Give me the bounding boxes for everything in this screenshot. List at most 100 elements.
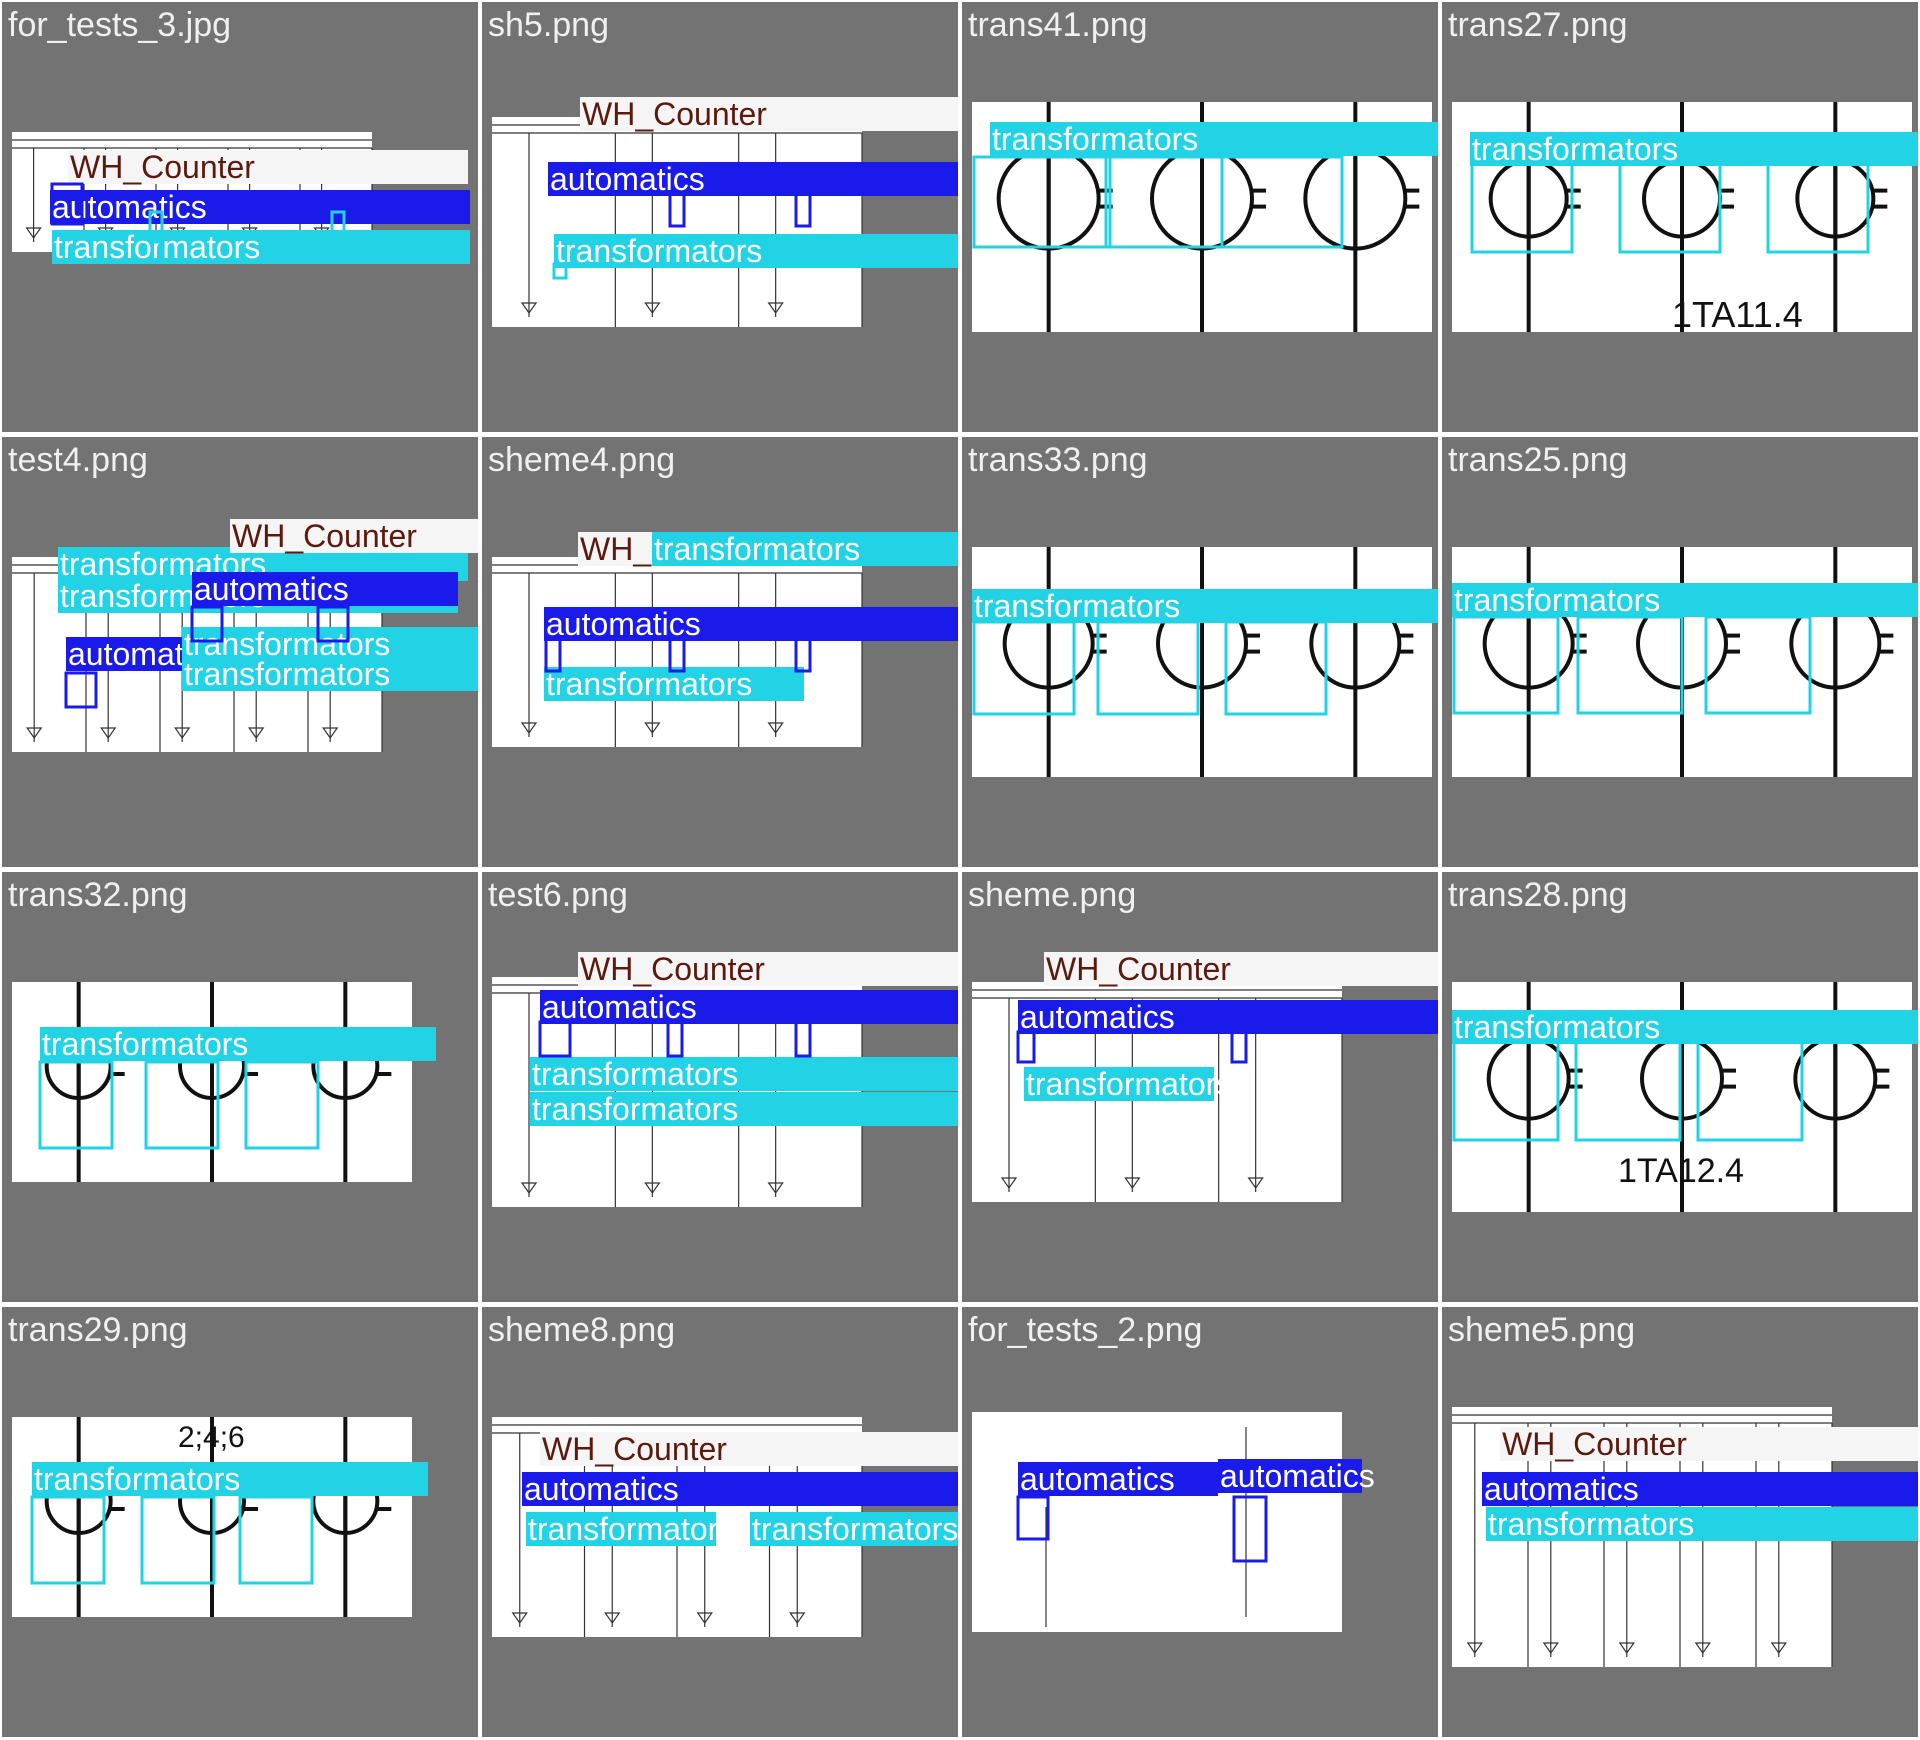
transformators-tag: transformators bbox=[530, 1091, 958, 1127]
tile-canvas: WH_Counterautomatics transformatorstransf… bbox=[492, 951, 958, 1207]
detection-label: transformators bbox=[974, 588, 1180, 624]
transformators-tag: transformators bbox=[652, 531, 958, 567]
detection-label: WH_Counter bbox=[580, 951, 765, 987]
result-tile[interactable]: WH_Countertransformatorsautomaticstransf… bbox=[482, 437, 958, 867]
detection-label: transformators bbox=[1454, 582, 1660, 618]
detection-label: transformators bbox=[54, 229, 260, 265]
tile-filename: for_tests_2.png bbox=[968, 1311, 1203, 1349]
detection-label: transformators bbox=[34, 1461, 240, 1497]
detection-label: automatics bbox=[1020, 999, 1175, 1035]
transformators-tag: transformators bbox=[1486, 1506, 1918, 1542]
tile-canvas: transformators bbox=[1452, 547, 1918, 777]
transformators-tag: transformators bbox=[40, 1026, 436, 1062]
tile-canvas: transformators bbox=[12, 982, 436, 1182]
detection-label: transformators bbox=[654, 531, 860, 567]
tile-canvas: WH_Countertransformatorsautomaticstransf… bbox=[492, 531, 958, 747]
scheme-image bbox=[492, 117, 862, 327]
automatics-tag: automatics bbox=[1018, 999, 1438, 1035]
wh-counter-tag: WH_Counter bbox=[230, 518, 478, 554]
result-tile[interactable]: transformators trans25.png bbox=[1442, 437, 1918, 867]
automatics-tag: automatics bbox=[1482, 1471, 1918, 1507]
tile-filename: trans27.png bbox=[1448, 6, 1628, 44]
detection-label: transformators bbox=[42, 1026, 248, 1062]
result-tile[interactable]: WH_Counter automatics transformators sheme.… bbox=[962, 872, 1438, 1302]
tile-canvas: WH_Counter automatics transformators bbox=[492, 96, 958, 327]
detection-label: WH_Counter bbox=[582, 96, 767, 132]
tile-filename: trans28.png bbox=[1448, 876, 1628, 914]
detection-label: transformators bbox=[1454, 1009, 1660, 1045]
tile-canvas: WH_Counter automaticstransformators bbox=[1452, 1407, 1918, 1667]
detection-label: automatics bbox=[542, 989, 697, 1025]
tile-canvas: WH_Counter automatics transformators transf… bbox=[492, 1417, 958, 1637]
tile-canvas: transformators bbox=[972, 102, 1438, 332]
result-tile[interactable]: transformators trans32.png bbox=[2, 872, 478, 1302]
detection-label: automatics bbox=[1484, 1471, 1639, 1507]
tile-filename: trans33.png bbox=[968, 441, 1148, 479]
automatics-tag: automatics bbox=[192, 571, 458, 607]
detection-label: WH_Counter bbox=[232, 518, 417, 554]
detection-label: transformators bbox=[752, 1511, 958, 1547]
detection-label: automatics bbox=[1220, 1458, 1375, 1494]
detection-label: transformators bbox=[528, 1511, 734, 1547]
automatics-tag: automatics bbox=[548, 161, 958, 197]
result-tile[interactable]: WH_Counter automatics transformators transf… bbox=[482, 872, 958, 1302]
detection-label: automatics bbox=[524, 1471, 679, 1507]
detection-label: automatics bbox=[194, 571, 349, 607]
result-tile[interactable]: automatics automatics for_tests_2.png bbox=[962, 1307, 1438, 1737]
detection-label: automatics bbox=[52, 189, 207, 225]
result-tile[interactable]: transformators transformators WH_Counter au… bbox=[2, 437, 478, 867]
transformators-tag: transformators bbox=[52, 229, 470, 265]
tile-filename: trans25.png bbox=[1448, 441, 1628, 479]
result-tile[interactable]: transformators 1TA12.4 trans28.png bbox=[1442, 872, 1918, 1302]
sheet-text: 1TA12.4 bbox=[1618, 1152, 1744, 1190]
automatics-tag: automatics bbox=[540, 989, 958, 1025]
result-tile[interactable]: WH_Counter automatics transformators sheme5… bbox=[1442, 1307, 1918, 1737]
result-tile[interactable]: WH_Counter automatics transformators for_te… bbox=[2, 2, 478, 432]
results-grid: WH_Counter automatics transformators for_te… bbox=[0, 0, 1920, 1740]
tile-filename: sheme4.png bbox=[488, 441, 676, 479]
result-tile[interactable]: transformators 2;4;6 trans29.png bbox=[2, 1307, 478, 1737]
result-tile[interactable]: transformators trans41.png bbox=[962, 2, 1438, 432]
transformators-tag: transformators bbox=[1452, 582, 1918, 618]
tile-filename: sh5.png bbox=[488, 6, 609, 44]
detection-label: transformators bbox=[1488, 1506, 1694, 1542]
tile-canvas: WH_Counterautomaticstransformators bbox=[972, 951, 1438, 1202]
tile-filename: sheme8.png bbox=[488, 1311, 676, 1349]
tile-filename: trans29.png bbox=[8, 1311, 188, 1349]
tile-filename: for_tests_3.jpg bbox=[8, 6, 232, 44]
transformators-tag: transformators bbox=[750, 1511, 958, 1547]
automatics-tag: automatics bbox=[1218, 1458, 1375, 1494]
detection-label: automatics bbox=[1020, 1461, 1175, 1497]
sheet-text: 1TA11.4 bbox=[1672, 294, 1803, 335]
detection-label: WH_Counter bbox=[1502, 1426, 1687, 1462]
result-tile[interactable]: WH_Counter automatics transformators sh5.pn… bbox=[482, 2, 958, 432]
result-tile[interactable]: transformators 1TA11.4 trans27.png bbox=[1442, 2, 1918, 432]
tile-filename: trans32.png bbox=[8, 876, 188, 914]
wh-counter-tag: WH_Counter bbox=[578, 951, 958, 987]
tile-filename: test4.png bbox=[8, 441, 148, 479]
wh-counter-tag: WH_Counter bbox=[68, 149, 468, 185]
tile-filename: sheme.png bbox=[968, 876, 1137, 914]
automatics-tag: automatics bbox=[544, 606, 958, 642]
transformators-tag: transformators bbox=[530, 1056, 958, 1092]
transformators-tag: transformators bbox=[1452, 1009, 1918, 1045]
tile-canvas: transformators 1TA12.4 bbox=[1452, 982, 1918, 1212]
wh-counter-tag: WH_Counter bbox=[540, 1431, 958, 1467]
detection-label: WH_Counter bbox=[542, 1431, 727, 1467]
tile-filename: trans41.png bbox=[968, 6, 1148, 44]
scheme-image bbox=[972, 1412, 1342, 1632]
result-tile[interactable]: WH_Counter automatics transformators transf… bbox=[482, 1307, 958, 1737]
detection-label: transformators bbox=[546, 666, 752, 702]
detection-label: transformators bbox=[1026, 1066, 1232, 1102]
tile-filename: test6.png bbox=[488, 876, 628, 914]
tile-canvas: transformators bbox=[972, 547, 1438, 777]
wh-counter-tag: WH_Counter bbox=[1500, 1426, 1918, 1462]
transformators-tag: transformators bbox=[554, 233, 958, 269]
automatics-tag: automatics bbox=[522, 1471, 958, 1507]
transformators-tag: transformators bbox=[972, 588, 1438, 624]
result-tile[interactable]: transformators trans33.png bbox=[962, 437, 1438, 867]
tile-canvas: WH_Counter automatics transformators bbox=[12, 132, 470, 265]
tile-canvas: automatics automatics bbox=[972, 1412, 1375, 1632]
detection-label: transformators bbox=[532, 1091, 738, 1127]
detection-label: transformators bbox=[532, 1056, 738, 1092]
